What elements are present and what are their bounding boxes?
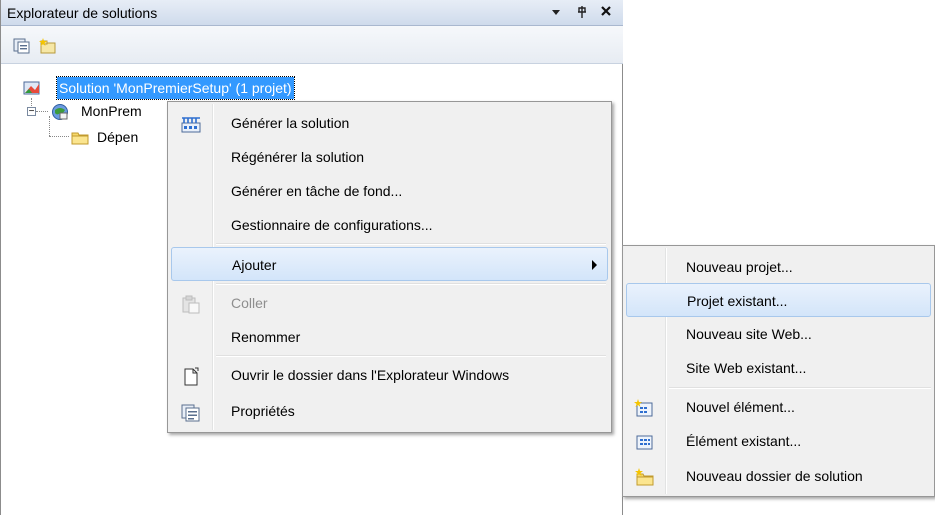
menu-item-background-build[interactable]: Générer en tâche de fond...: [171, 174, 608, 208]
menu-item-rebuild-solution[interactable]: Régénérer la solution: [171, 140, 608, 174]
menu-item-label: Élément existant...: [686, 433, 802, 449]
menu-item-label: Générer la solution: [231, 115, 350, 131]
tree-line: [36, 111, 48, 112]
folder-icon: [71, 132, 89, 145]
panel-title: Explorateur de solutions: [7, 5, 158, 21]
menu-item-add[interactable]: Ajouter: [171, 247, 608, 281]
new-item-icon: [634, 397, 656, 417]
dependencies-label: Dépen: [97, 129, 139, 145]
submenu-item-existing-project[interactable]: Projet existant...: [626, 283, 931, 317]
context-menu: Générer la solution Régénérer la solutio…: [167, 101, 612, 433]
panel-title-bar: Explorateur de solutions: [1, 0, 623, 26]
panel-toolbar: [1, 26, 623, 64]
menu-item-label: Régénérer la solution: [231, 149, 365, 165]
solution-icon: [23, 81, 40, 95]
menu-item-open-folder-in-explorer[interactable]: Ouvrir le dossier dans l'Explorateur Win…: [171, 358, 608, 392]
menu-item-label: Nouvel élément...: [686, 399, 795, 415]
open-folder-icon: [180, 365, 202, 386]
submenu-item-existing-website[interactable]: Site Web existant...: [626, 351, 931, 385]
submenu-item-existing-item[interactable]: Élément existant...: [626, 424, 931, 458]
submenu-item-new-solution-folder[interactable]: Nouveau dossier de solution: [626, 459, 931, 493]
menu-item-label: Coller: [231, 295, 268, 311]
new-solution-folder-icon: [634, 466, 656, 486]
submenu-item-new-website[interactable]: Nouveau site Web...: [626, 317, 931, 351]
build-icon: [180, 113, 202, 133]
submenu-arrow-icon: [592, 260, 597, 270]
menu-item-label: Renommer: [231, 329, 301, 345]
menu-item-label: Générer en tâche de fond...: [231, 183, 403, 199]
menu-item-properties[interactable]: Propriétés: [171, 394, 608, 428]
menu-item-label: Ajouter: [232, 257, 277, 273]
menu-item-rename[interactable]: Renommer: [171, 320, 608, 354]
menu-item-label: Site Web existant...: [686, 360, 807, 376]
menu-item-label: Ouvrir le dossier dans l'Explorateur Win…: [231, 367, 510, 383]
menu-separator: [216, 283, 606, 285]
properties-icon[interactable]: [13, 38, 31, 54]
menu-separator: [216, 243, 606, 245]
menu-separator: [216, 355, 606, 357]
menu-item-label: Nouveau projet...: [686, 259, 793, 275]
submenu-item-new-project[interactable]: Nouveau projet...: [626, 250, 931, 284]
properties-icon: [180, 401, 202, 422]
tree-line: [49, 136, 69, 137]
menu-item-configuration-manager[interactable]: Gestionnaire de configurations...: [171, 208, 608, 242]
close-icon[interactable]: [597, 2, 615, 22]
menu-item-label: Gestionnaire de configurations...: [231, 217, 433, 233]
menu-item-label: Projet existant...: [687, 293, 788, 309]
window-position-dropdown-icon[interactable]: [547, 2, 565, 22]
collapse-expander-icon[interactable]: −: [27, 107, 36, 117]
menu-separator: [669, 387, 931, 389]
solution-label: Solution 'MonPremierSetup' (1 projet): [56, 76, 295, 100]
project-label: MonPrem: [81, 103, 142, 119]
submenu-item-new-item[interactable]: Nouvel élément...: [626, 390, 931, 424]
existing-item-icon: [634, 431, 656, 451]
menu-item-build-solution[interactable]: Générer la solution: [171, 106, 608, 140]
tree-line: [49, 116, 50, 136]
menu-item-label: Nouveau dossier de solution: [686, 468, 863, 484]
auto-hide-pin-icon[interactable]: [573, 2, 591, 22]
show-all-files-icon[interactable]: [39, 38, 57, 54]
menu-item-label: Nouveau site Web...: [686, 326, 812, 342]
paste-icon: [180, 293, 202, 314]
menu-item-label: Propriétés: [231, 403, 295, 419]
setup-project-icon: [52, 104, 68, 120]
menu-item-paste[interactable]: Coller: [171, 286, 608, 320]
add-submenu: Nouveau projet... Projet existant... Nou…: [622, 245, 935, 497]
